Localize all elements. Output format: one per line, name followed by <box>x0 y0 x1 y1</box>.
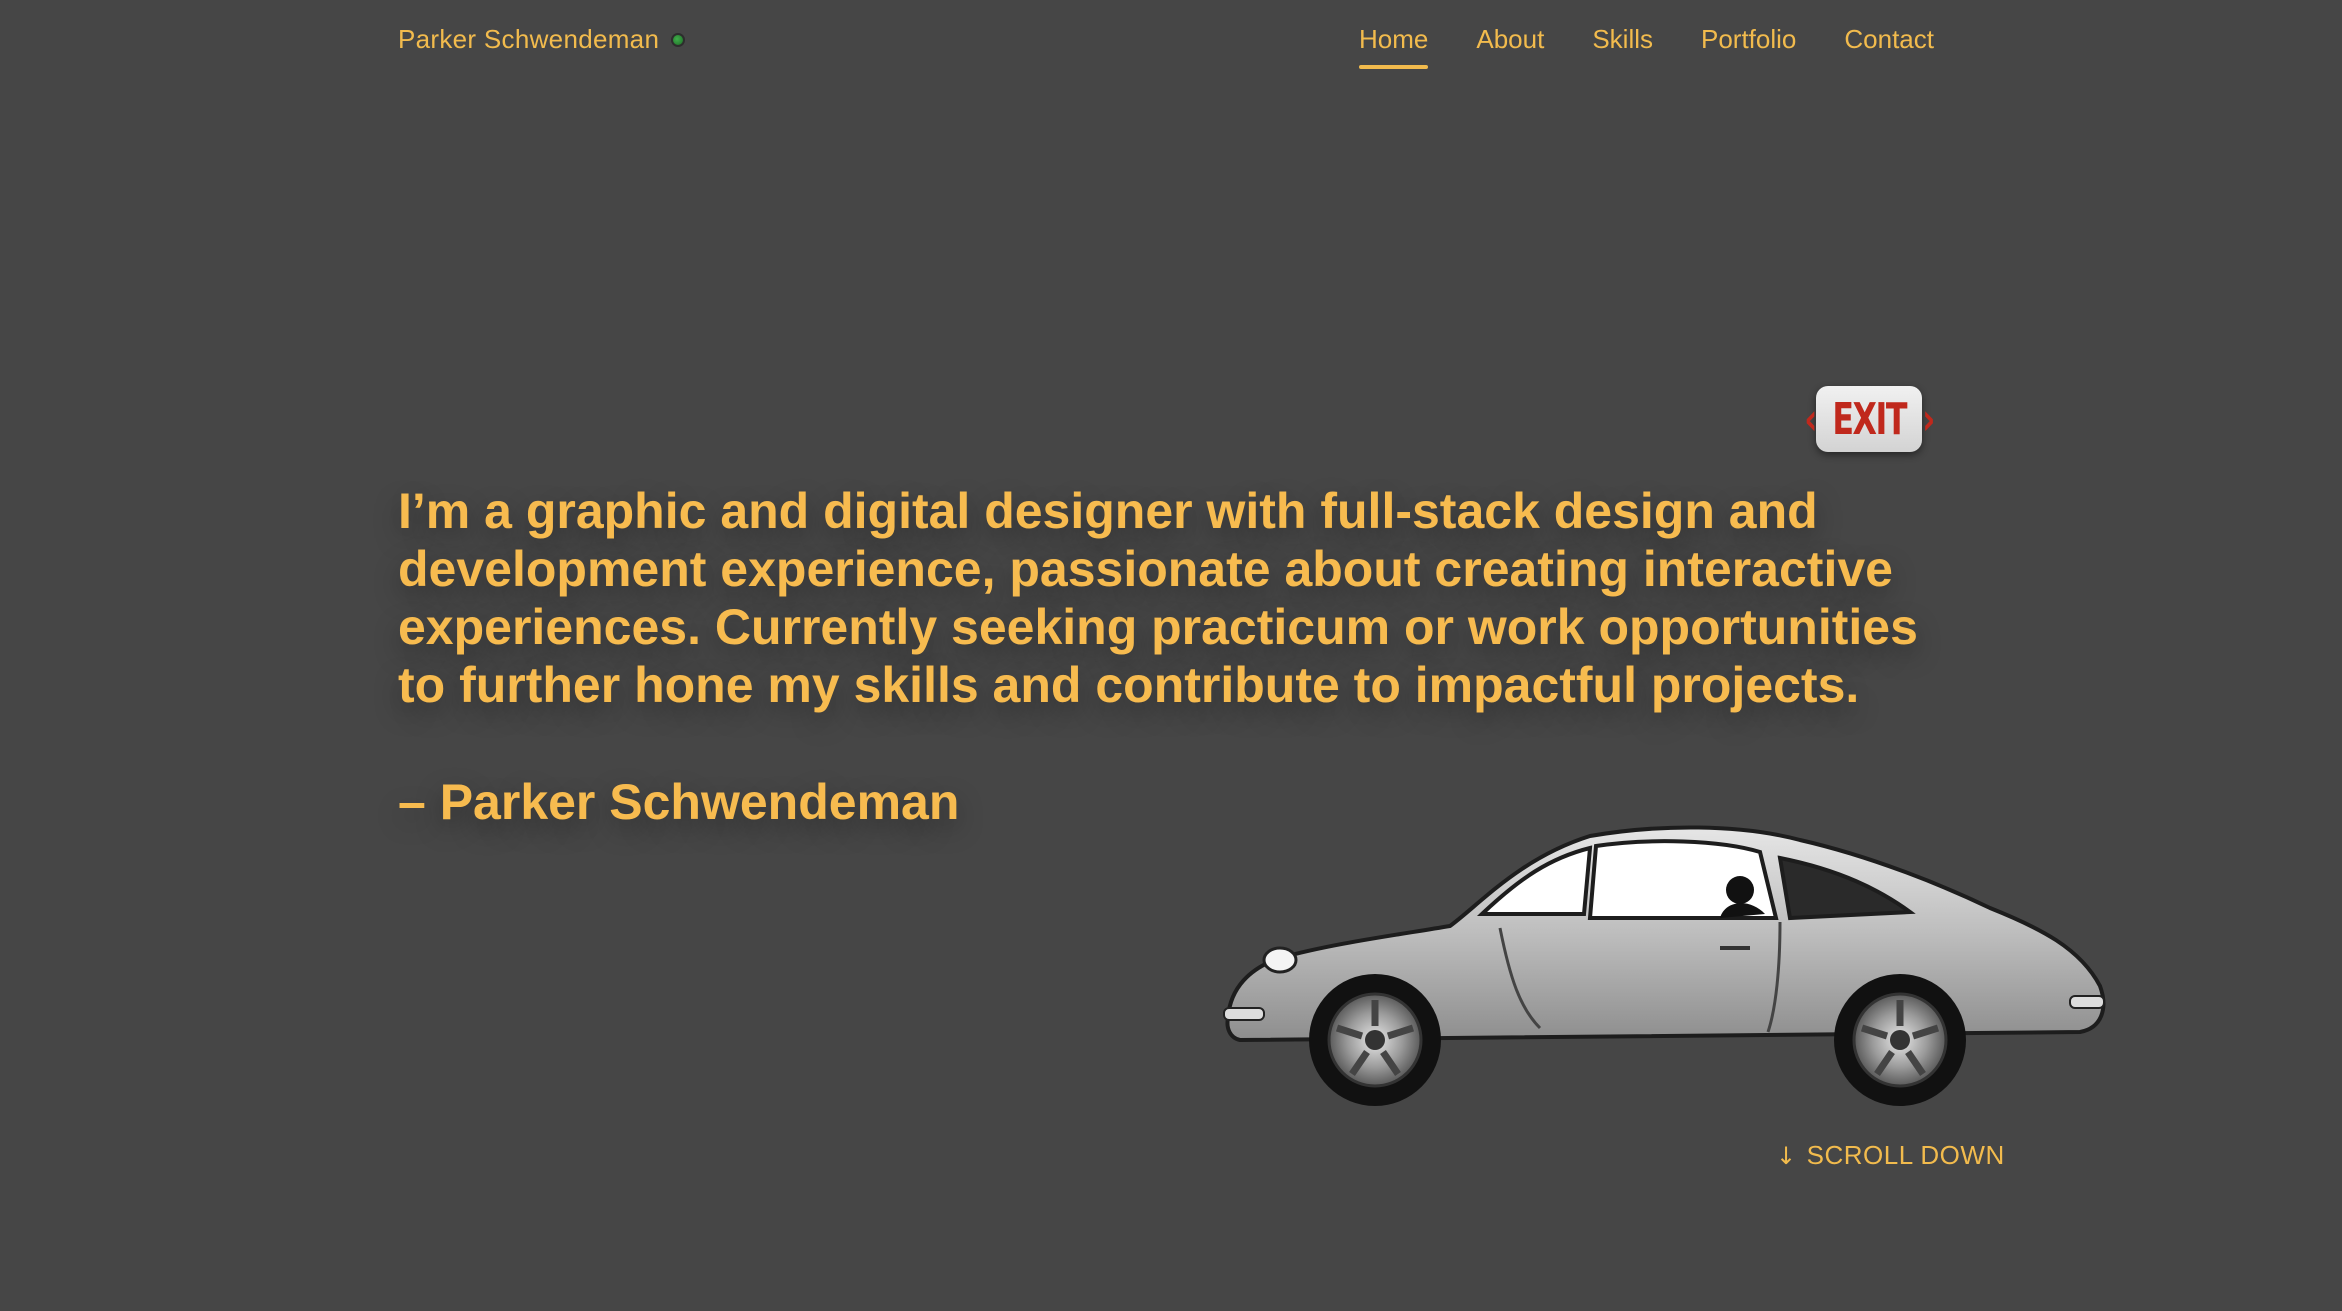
top-navigation-bar: Parker Schwendeman Home About Skills Por… <box>0 0 2342 80</box>
nav-portfolio-link[interactable]: Portfolio <box>1701 24 1796 69</box>
arrow-down-icon: ↓ <box>1776 1141 1797 1170</box>
nav-home-link[interactable]: Home <box>1359 24 1429 69</box>
brand-name: Parker Schwendeman <box>398 24 660 54</box>
hero-attribution: – Parker Schwendeman <box>398 774 960 830</box>
hero-quote: I’m a graphic and digital designer with … <box>398 483 1918 713</box>
scroll-down-label: SCROLL DOWN <box>1806 1140 2005 1170</box>
nav-skills-link[interactable]: Skills <box>1592 24 1653 69</box>
brand[interactable]: Parker Schwendeman <box>398 24 686 55</box>
nav-contact-link[interactable]: Contact <box>1844 24 1934 69</box>
exit-sign-icon[interactable]: ‹ EXIT › <box>1804 386 1936 452</box>
rear-wheel-icon <box>1834 974 1966 1106</box>
main-nav: Home About Skills Portfolio Contact <box>1359 24 1934 69</box>
vintage-sports-car-illustration-icon <box>1223 825 2106 1106</box>
exit-left-arrow-icon: ‹ <box>1803 393 1817 445</box>
scroll-down-link[interactable]: ↓ SCROLL DOWN <box>1776 1140 2005 1171</box>
status-dot-icon <box>671 32 686 47</box>
exit-sign-text: EXIT <box>1832 393 1907 445</box>
front-wheel-icon <box>1309 974 1441 1106</box>
nav-about-link[interactable]: About <box>1476 24 1544 69</box>
exit-right-arrow-icon: › <box>1922 393 1935 445</box>
